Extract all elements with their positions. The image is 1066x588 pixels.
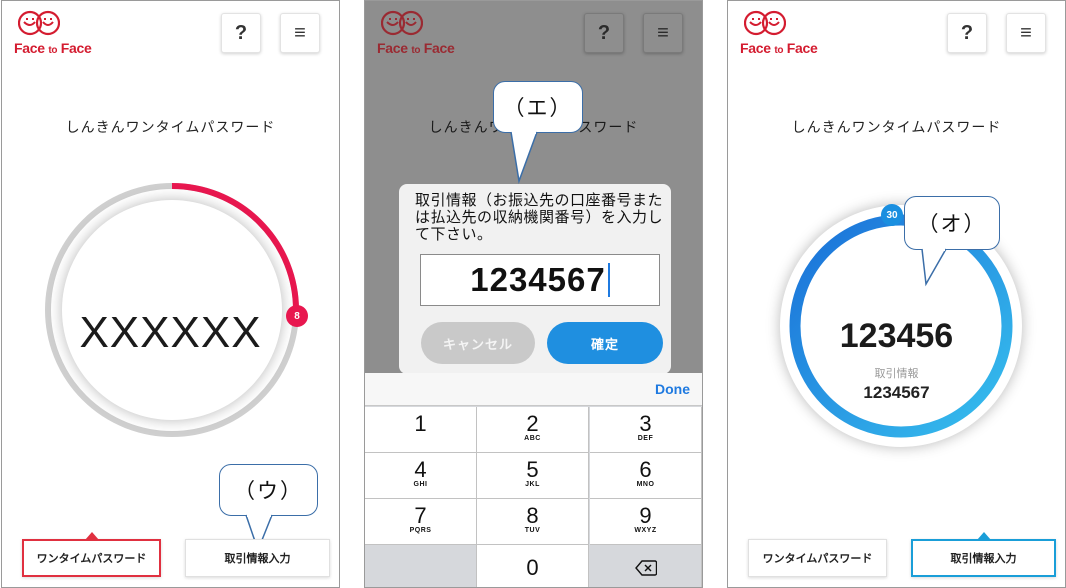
countdown-badge: 8	[286, 305, 308, 327]
keyboard-toolbar: Done	[365, 373, 702, 406]
key-0[interactable]: 0	[477, 545, 589, 587]
active-tab-indicator	[84, 532, 99, 540]
callout-tail	[921, 248, 947, 287]
callout-u: （ウ）	[219, 464, 318, 516]
tab-otp[interactable]: ワンタイムパスワード	[748, 539, 887, 577]
done-button[interactable]: Done	[655, 381, 690, 397]
cancel-button[interactable]: キャンセル	[421, 322, 535, 364]
menu-button[interactable]: ≡	[280, 13, 320, 53]
tab-transaction-input[interactable]: 取引情報入力	[911, 532, 1056, 577]
transaction-info-label: 取引情報	[874, 367, 919, 380]
backspace-key[interactable]	[590, 545, 702, 587]
help-button[interactable]: ?	[584, 13, 624, 53]
screen-otp-with-transaction: Face to Face ? ≡ しんきんワンタイムパスワード 30 12345…	[727, 0, 1066, 588]
dialog-message: 取引情報（お振込先の口座番号または払込先の収納機関番号）を入力して下さい。	[415, 191, 664, 243]
transaction-info-value: 1234567	[863, 383, 930, 402]
key-6[interactable]: 6 MNO	[590, 453, 702, 499]
numeric-keyboard: Done 1 2 ABC 3 DEF 4 GHI 5 JKL 6 MNO 7 PQRS 8T…	[365, 373, 702, 587]
brand-logo: Face to Face	[14, 9, 92, 61]
tab-otp[interactable]: ワンタイムパスワード	[22, 532, 161, 577]
menu-button[interactable]: ≡	[643, 13, 683, 53]
callout-o: （オ）	[904, 196, 1000, 250]
key-9[interactable]: 9 WXYZ	[590, 499, 702, 545]
brand-name: Face to Face	[377, 40, 455, 56]
confirm-button[interactable]: 確定	[547, 322, 663, 364]
brand-logo: Face to Face	[377, 9, 455, 61]
text-caret	[607, 263, 610, 297]
active-tab-indicator	[976, 532, 991, 540]
screen-title: しんきんワンタイムパスワード	[65, 120, 276, 136]
callout-e: （エ）	[493, 81, 583, 133]
countdown-badge: 30	[881, 204, 903, 226]
backspace-icon	[634, 559, 657, 576]
brand-logo: Face to Face	[740, 9, 818, 61]
key-4[interactable]: 4 GHI	[365, 453, 477, 499]
face-icon	[381, 10, 423, 36]
menu-button[interactable]: ≡	[1006, 13, 1046, 53]
key-5[interactable]: 5 JKL	[477, 453, 589, 499]
otp-code: 123456	[839, 317, 954, 355]
brand-name: Face to Face	[14, 40, 92, 56]
help-button[interactable]: ?	[221, 13, 261, 53]
key-8[interactable]: 8 TUV	[477, 499, 589, 545]
face-icon	[744, 10, 786, 36]
key-blank	[365, 545, 477, 587]
face-icon	[18, 10, 60, 36]
transaction-input[interactable]: 1234567	[420, 254, 660, 306]
help-button[interactable]: ?	[947, 13, 987, 53]
tab-transaction-input[interactable]: 取引情報入力	[185, 539, 330, 577]
key-7[interactable]: 7 PQRS	[365, 499, 477, 545]
screen-title: しんきんワンタイムパスワード	[791, 120, 1002, 136]
brand-name: Face to Face	[740, 40, 818, 56]
callout-tail	[510, 131, 538, 184]
key-1[interactable]: 1	[365, 407, 477, 453]
screen-otp: Face to Face ? ≡ しんきんワンタイムパスワード XXXXXX 8…	[1, 0, 340, 588]
key-3[interactable]: 3 DEF	[590, 407, 702, 453]
transaction-dialog: 取引情報（お振込先の口座番号または払込先の収納機関番号）を入力して下さい。 12…	[399, 184, 671, 374]
screen-transaction-dialog: Face to Face ? ≡ しんきんワンタイムパスワード （エ） 取引情報…	[364, 0, 703, 588]
key-2[interactable]: 2 ABC	[477, 407, 589, 453]
